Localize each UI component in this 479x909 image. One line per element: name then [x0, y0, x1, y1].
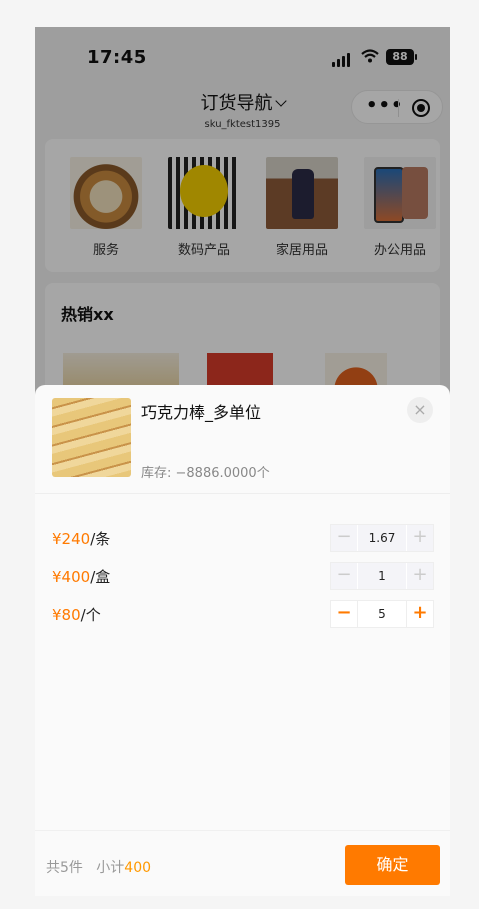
increase-button[interactable]: +	[407, 525, 433, 551]
unit-name: /个	[80, 606, 101, 624]
unit-price-label: ¥240/条	[52, 528, 110, 549]
close-icon[interactable]: ×	[407, 397, 433, 423]
stock-text: 库存: −8886.0000个	[141, 466, 270, 481]
quantity-stepper: − 5 +	[330, 600, 434, 628]
unit-price-label: ¥80/个	[52, 604, 101, 625]
decrease-button[interactable]: −	[331, 601, 357, 627]
product-image	[52, 398, 131, 477]
increase-button[interactable]: +	[407, 563, 433, 589]
summary-count: 共5件	[46, 860, 83, 876]
unit-row: ¥400/盒 − 1 +	[35, 562, 450, 590]
sheet-footer: 共5件 小计400 确定	[35, 830, 450, 896]
unit-price-label: ¥400/盒	[52, 566, 110, 587]
quantity-stepper: − 1.67 +	[330, 524, 434, 552]
quantity-value[interactable]: 1.67	[357, 525, 407, 551]
quantity-value[interactable]: 5	[357, 601, 407, 627]
summary-subtotal-value: 400	[124, 860, 152, 876]
unit-price: ¥240	[52, 530, 91, 548]
unit-row: ¥80/个 − 5 +	[35, 600, 450, 628]
quantity-value[interactable]: 1	[357, 563, 407, 589]
order-summary: 共5件 小计400	[46, 857, 151, 877]
unit-price: ¥400	[52, 568, 91, 586]
divider	[35, 493, 450, 494]
unit-row: ¥240/条 − 1.67 +	[35, 524, 450, 552]
summary-subtotal-label: 小计	[96, 860, 125, 876]
increase-button[interactable]: +	[407, 601, 433, 627]
product-name: 巧克力棒_多单位	[141, 403, 262, 422]
unit-name: /盒	[90, 568, 111, 586]
quantity-stepper: − 1 +	[330, 562, 434, 590]
spec-sheet: 巧克力棒_多单位 库存: −8886.0000个 × ¥240/条 − 1.67…	[35, 385, 450, 896]
unit-price: ¥80	[52, 606, 81, 624]
confirm-button[interactable]: 确定	[345, 845, 440, 885]
decrease-button[interactable]: −	[331, 525, 357, 551]
unit-name: /条	[90, 530, 111, 548]
phone-screen: 17:45 88 订货导航 sku_fktest1395 ••• 服务 数码产品…	[35, 27, 450, 896]
decrease-button[interactable]: −	[331, 563, 357, 589]
